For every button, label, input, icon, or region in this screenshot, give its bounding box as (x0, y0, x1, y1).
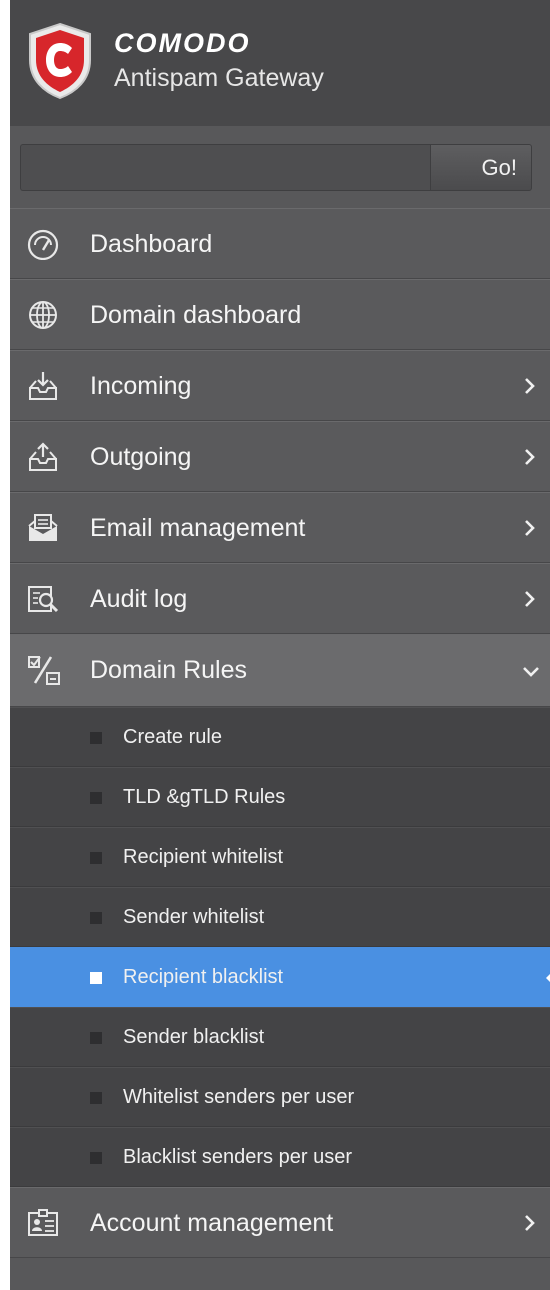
submenu-item-label: Blacklist senders per user (123, 1146, 352, 1168)
brand-name: COMODO (114, 28, 251, 58)
submenu-item-sender-blacklist[interactable]: Sender blacklist (10, 1007, 550, 1067)
bullet-square-icon (90, 972, 102, 984)
audit-log-icon (28, 586, 59, 613)
submenu-item-label: Recipient blacklist (123, 966, 284, 988)
submenu-item-whitelist-senders-per-user[interactable]: Whitelist senders per user (10, 1067, 550, 1127)
product-name: Antispam Gateway (114, 64, 324, 92)
bullet-square-icon (90, 912, 102, 924)
comodo-shield-logo[interactable] (24, 22, 96, 100)
menu-item-outgoing[interactable]: Outgoing (10, 421, 550, 492)
active-caret-icon (546, 970, 550, 986)
menu-item-account-management[interactable]: Account management (10, 1187, 550, 1258)
email-icon (28, 514, 58, 541)
bullet-square-icon (90, 732, 102, 744)
chevron-right-icon (525, 520, 535, 536)
search-bar: Go! (10, 126, 550, 208)
incoming-tray-icon (29, 372, 57, 400)
submenu-item-create-rule[interactable]: Create rule (10, 707, 550, 767)
menu-item-audit-log[interactable]: Audit log (10, 563, 550, 634)
globe-icon (29, 301, 57, 329)
app-header: COMODO Antispam Gateway (10, 0, 550, 126)
submenu-item-sender-whitelist[interactable]: Sender whitelist (10, 887, 550, 947)
menu-item-label: Email management (90, 514, 306, 542)
chevron-down-icon (523, 667, 539, 677)
menu-item-incoming[interactable]: Incoming (10, 350, 550, 421)
submenu-item-label: Create rule (123, 726, 222, 748)
submenu-item-label: Whitelist senders per user (123, 1086, 355, 1108)
submenu-item-tld-gtld-rules[interactable]: TLD &gTLD Rules (10, 767, 550, 827)
menu-item-label: Dashboard (90, 230, 213, 258)
sidebar: COMODO Antispam Gateway Go! Dashboard Do… (10, 0, 550, 1290)
main-menu: Dashboard Domain dashboard Incoming Outg… (10, 208, 550, 1258)
bullet-square-icon (90, 1152, 102, 1164)
menu-item-domain-dashboard[interactable]: Domain dashboard (10, 279, 550, 350)
menu-item-label: Domain Rules (90, 656, 248, 684)
menu-item-dashboard[interactable]: Dashboard (10, 208, 550, 279)
chevron-right-icon (525, 378, 535, 394)
menu-item-label: Incoming (90, 372, 192, 400)
menu-item-label: Outgoing (90, 443, 192, 471)
menu-item-label: Domain dashboard (90, 301, 302, 329)
submenu-item-label: Sender blacklist (123, 1026, 265, 1048)
chevron-right-icon (525, 449, 535, 465)
menu-item-email-management[interactable]: Email management (10, 492, 550, 563)
submenu-item-recipient-blacklist[interactable]: Recipient blacklist (10, 947, 550, 1007)
bullet-square-icon (90, 1032, 102, 1044)
chevron-right-icon (525, 1215, 535, 1231)
outgoing-tray-icon (29, 442, 57, 471)
account-card-icon (28, 1209, 58, 1236)
menu-item-label: Account management (90, 1209, 334, 1237)
submenu-item-label: TLD &gTLD Rules (123, 786, 286, 808)
go-button[interactable]: Go! (430, 144, 532, 191)
domain-rules-icon (28, 656, 60, 685)
bullet-square-icon (90, 1092, 102, 1104)
menu-item-label: Audit log (90, 585, 188, 613)
chevron-right-icon (525, 591, 535, 607)
submenu-item-blacklist-senders-per-user[interactable]: Blacklist senders per user (10, 1127, 550, 1187)
submenu-item-recipient-whitelist[interactable]: Recipient whitelist (10, 827, 550, 887)
search-input[interactable] (20, 144, 430, 191)
bullet-square-icon (90, 792, 102, 804)
menu-item-domain-rules[interactable]: Domain Rules (10, 634, 550, 707)
submenu-item-label: Sender whitelist (123, 906, 265, 928)
dashboard-icon (27, 229, 59, 260)
bullet-square-icon (90, 852, 102, 864)
submenu-item-label: Recipient whitelist (123, 846, 284, 868)
